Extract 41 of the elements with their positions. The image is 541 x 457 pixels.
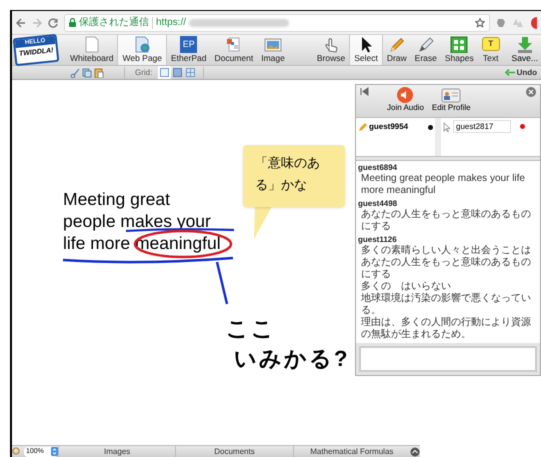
tool-button[interactable]: T Text	[478, 35, 504, 65]
message-author: guest6894	[358, 163, 398, 173]
tool-button[interactable]: Image	[257, 35, 289, 65]
user-name: guest9954	[369, 121, 410, 133]
tool-button[interactable]: Draw	[382, 35, 411, 65]
tool-button[interactable]: Document	[210, 35, 258, 65]
tool-button[interactable]: Whiteboard	[66, 35, 118, 65]
handwritten-text: いみかる?	[234, 345, 350, 373]
text-tool-badge: T	[482, 37, 500, 51]
panel-tab[interactable]: Images	[58, 446, 176, 457]
message-author: guest1126	[358, 235, 398, 244]
user-name-field[interactable]: guest2817	[453, 120, 511, 133]
tool-button[interactable]: Erase	[410, 35, 441, 65]
handwritten-text: ここ	[226, 315, 276, 343]
tool-button[interactable]: Select	[349, 35, 383, 65]
message-author: guest4498	[358, 199, 398, 209]
tool-button[interactable]: EP EtherPad	[167, 35, 210, 65]
whiteboard-text: people makes your	[63, 210, 212, 232]
whiteboard-text: life more meaningful	[63, 232, 221, 254]
message-text: Meeting great people makes your life more meaningful	[360, 173, 526, 197]
etherpad-logo: EP	[180, 36, 198, 53]
url-text: https://	[156, 16, 186, 30]
grid-label: Grid:	[135, 66, 152, 78]
tool-button[interactable]: Web Page	[117, 35, 168, 65]
panel-tab[interactable]: Documents	[175, 446, 293, 457]
undo-button[interactable]: Undo	[504, 66, 537, 78]
message-text: 理由は、多くの人間の行動により資源の無駄が生まれるため。	[360, 317, 532, 341]
join-audio-button[interactable]: Join Audio	[387, 87, 424, 113]
save-button[interactable]: Save...	[508, 35, 541, 65]
tool-button[interactable]: Browse	[312, 35, 350, 65]
edit-profile-button[interactable]: Edit Profile	[432, 87, 471, 113]
address-bar[interactable]: 保護された通信 https://	[64, 14, 490, 32]
security-label: 保護された通信	[79, 16, 149, 30]
tool-button[interactable]: Shapes	[440, 35, 478, 65]
whiteboard-text: Meeting great	[63, 188, 172, 210]
message-text: あなたの人生をもっと意味のあるものにする	[360, 209, 532, 233]
panel-tab[interactable]: Mathematical Formulas	[292, 446, 410, 457]
message-text: 地球環境は汚染の影響で悪くなっている。	[360, 293, 532, 316]
message-text: 多くの素晴らしい人々と出会うことはあなたの人生をもっと意味のあるものにする	[360, 245, 532, 281]
message-text: 多くの はいらない	[360, 281, 452, 292]
callout-text: 「意味のある」かな	[243, 145, 345, 207]
